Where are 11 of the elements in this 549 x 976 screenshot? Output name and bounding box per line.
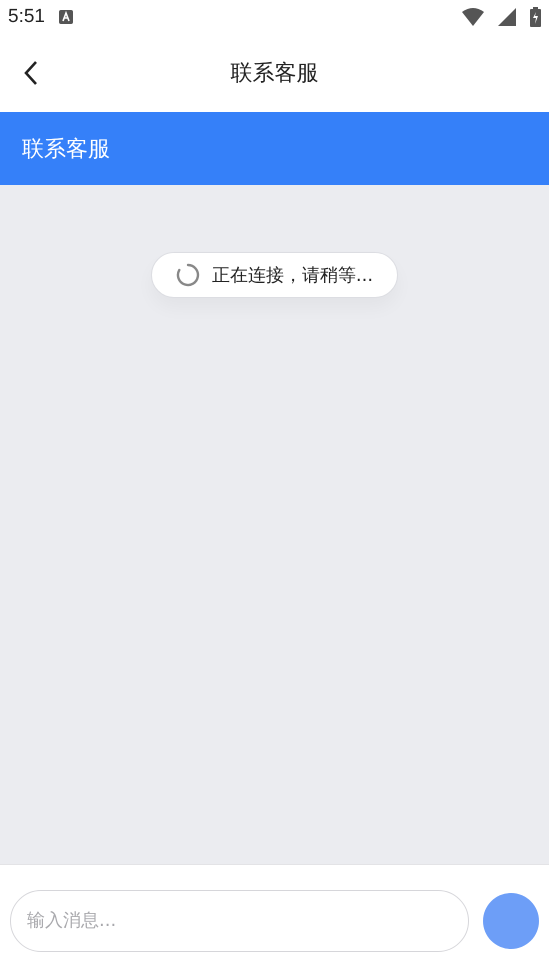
signal-icon <box>498 8 516 26</box>
page-title: 联系客服 <box>230 61 318 86</box>
wifi-icon <box>462 8 484 26</box>
notification-icon <box>58 10 73 24</box>
message-input[interactable]: 输入消息... <box>10 890 469 952</box>
back-icon <box>23 60 39 86</box>
loading-text: 正在连接，请稍等... <box>212 264 374 287</box>
spinner-icon <box>176 263 200 287</box>
header-title: 联系客服 <box>22 136 110 164</box>
battery-icon <box>530 7 541 27</box>
status-time: 5:51 <box>8 6 45 28</box>
